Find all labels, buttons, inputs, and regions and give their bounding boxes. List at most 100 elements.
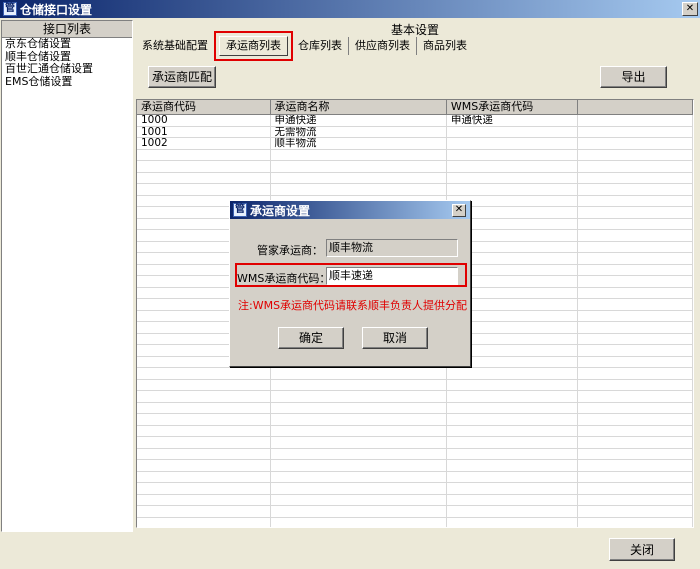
empty-table-cell — [137, 184, 271, 195]
tab-system-config[interactable]: 系统基础配置 — [136, 37, 215, 55]
empty-table-cell — [271, 368, 447, 379]
empty-table-cell — [578, 172, 693, 183]
empty-table-cell — [578, 402, 693, 413]
empty-table-cell — [578, 241, 693, 252]
empty-table-row — [137, 391, 693, 403]
dialog-close-icon[interactable]: ✕ — [452, 204, 466, 217]
empty-table-cell — [447, 437, 579, 448]
tab-supplier-list[interactable]: 供应商列表 — [349, 37, 417, 55]
interface-item-jd[interactable]: 京东仓储设置 — [2, 38, 132, 51]
empty-table-cell — [447, 506, 579, 517]
empty-table-cell — [137, 414, 271, 425]
empty-table-cell — [137, 425, 271, 436]
empty-table-cell — [271, 437, 447, 448]
dialog-titlebar: 管 承运商设置 — [230, 201, 470, 219]
app-icon: 管 — [3, 2, 17, 16]
empty-table-cell — [447, 161, 579, 172]
empty-table-row — [137, 149, 693, 161]
empty-table-cell — [578, 230, 693, 241]
empty-table-cell — [447, 483, 579, 494]
empty-table-row — [137, 437, 693, 449]
carrier-settings-dialog: 管 承运商设置 ✕ 管家承运商： 顺丰物流 WMS承运商代码： 顺丰速递 注:W… — [229, 200, 471, 367]
empty-table-cell — [447, 149, 579, 160]
interface-item-ems[interactable]: EMS仓储设置 — [2, 75, 132, 89]
empty-table-cell — [271, 391, 447, 402]
tab-carrier-list[interactable]: 承运商列表 — [214, 31, 293, 61]
window-close-icon[interactable]: ✕ — [682, 2, 698, 16]
empty-table-cell — [447, 368, 579, 379]
empty-table-cell — [578, 322, 693, 333]
empty-table-cell — [137, 161, 271, 172]
empty-table-cell — [271, 448, 447, 459]
tab-warehouse-list[interactable]: 仓库列表 — [292, 37, 349, 55]
column-header-code[interactable]: 承运商代码 — [137, 100, 271, 114]
empty-table-cell — [578, 448, 693, 459]
table-row[interactable]: 1000 申通快递 申通快递 — [137, 115, 693, 127]
empty-table-cell — [578, 517, 693, 527]
table-cell — [447, 138, 579, 149]
empty-table-row — [137, 368, 693, 380]
empty-table-cell — [137, 471, 271, 482]
column-header-wms-code[interactable]: WMS承运商代码 — [447, 100, 579, 114]
empty-table-cell — [137, 483, 271, 494]
empty-table-cell — [137, 494, 271, 505]
empty-table-cell — [137, 402, 271, 413]
empty-table-cell — [137, 460, 271, 471]
table-row[interactable]: 1001 无需物流 — [137, 126, 693, 138]
tab-bar: 系统基础配置 承运商列表 仓库列表 供应商列表 商品列表 — [136, 31, 473, 61]
empty-table-cell — [137, 368, 271, 379]
empty-table-cell — [578, 218, 693, 229]
empty-table-cell — [271, 517, 447, 527]
carrier-label: 管家承运商： — [257, 244, 323, 257]
table-header: 承运商代码 承运商名称 WMS承运商代码 — [137, 100, 693, 115]
interface-item-best[interactable]: 百世汇通仓储设置 — [2, 63, 132, 76]
empty-table-row — [137, 460, 693, 472]
table-cell: 无需物流 — [271, 126, 447, 137]
column-header-extra[interactable] — [578, 100, 693, 114]
cancel-button[interactable]: 取消 — [362, 327, 428, 349]
table-cell: 顺丰物流 — [271, 138, 447, 149]
empty-table-cell — [137, 379, 271, 390]
empty-table-cell — [578, 253, 693, 264]
empty-table-cell — [271, 184, 447, 195]
table-cell: 1000 — [137, 115, 271, 126]
empty-table-cell — [578, 483, 693, 494]
empty-table-row — [137, 517, 693, 527]
empty-table-cell — [578, 333, 693, 344]
empty-table-cell — [271, 172, 447, 183]
table-cell — [578, 115, 693, 126]
tab-product-list[interactable]: 商品列表 — [417, 37, 473, 55]
export-button[interactable]: 导出 — [600, 66, 667, 88]
empty-table-row — [137, 402, 693, 414]
empty-table-row — [137, 506, 693, 518]
empty-table-cell — [578, 425, 693, 436]
empty-table-cell — [578, 276, 693, 287]
empty-table-cell — [447, 448, 579, 459]
window-title: 仓储接口设置 — [20, 2, 93, 17]
column-header-name[interactable]: 承运商名称 — [271, 100, 447, 114]
interface-list-panel: 接口列表 京东仓储设置 顺丰仓储设置 百世汇通仓储设置 EMS仓储设置 — [1, 20, 133, 532]
empty-table-row — [137, 448, 693, 460]
empty-table-row — [137, 184, 693, 196]
table-cell: 1001 — [137, 126, 271, 137]
empty-table-cell — [271, 494, 447, 505]
empty-table-cell — [578, 356, 693, 367]
empty-table-cell — [271, 506, 447, 517]
table-row[interactable]: 1002 顺丰物流 — [137, 138, 693, 150]
empty-table-row — [137, 483, 693, 495]
table-cell: 申通快递 — [447, 115, 579, 126]
table-cell — [447, 126, 579, 137]
empty-table-row — [137, 471, 693, 483]
empty-table-cell — [578, 184, 693, 195]
carrier-match-button[interactable]: 承运商匹配 — [148, 66, 216, 88]
empty-table-cell — [578, 471, 693, 482]
empty-table-cell — [271, 161, 447, 172]
empty-table-cell — [578, 299, 693, 310]
close-button[interactable]: 关闭 — [609, 538, 675, 561]
ok-button[interactable]: 确定 — [278, 327, 344, 349]
empty-table-cell — [578, 460, 693, 471]
empty-table-cell — [271, 471, 447, 482]
empty-table-cell — [578, 494, 693, 505]
empty-table-cell — [578, 414, 693, 425]
empty-table-cell — [137, 517, 271, 527]
